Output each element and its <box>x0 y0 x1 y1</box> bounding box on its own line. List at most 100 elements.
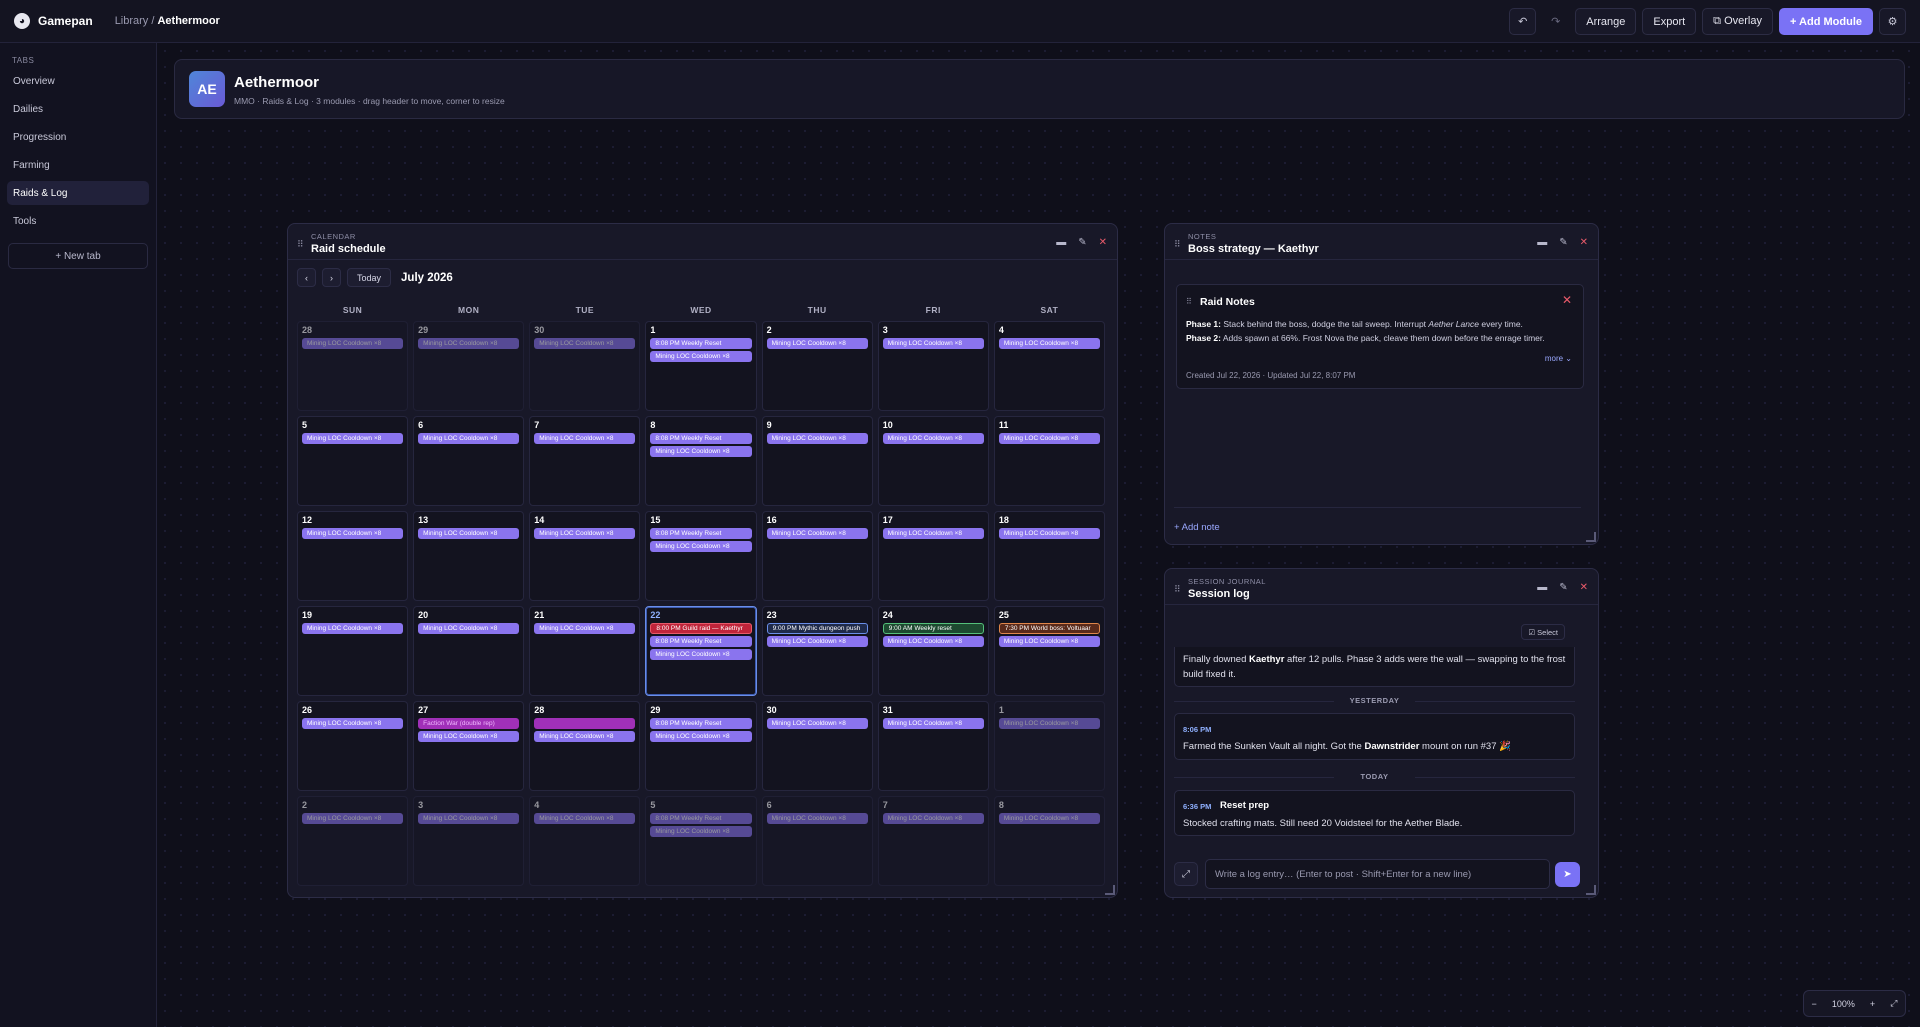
calendar-day[interactable]: 29 Mining LOC Cooldown ×8 <box>413 321 525 411</box>
overlay-button[interactable]: ⧉ Overlay <box>1702 8 1773 35</box>
module-header[interactable]: ⠿ NOTES Boss strategy — Kaethyr ▬ ✎ ✕ <box>1165 224 1598 260</box>
calendar-event[interactable]: Mining LOC Cooldown ×8 <box>650 541 752 552</box>
new-tab-button[interactable]: + New tab <box>8 243 148 269</box>
calendar-event[interactable] <box>534 718 636 729</box>
journal-entry-list[interactable]: Finally downed Kaethyr after 12 pulls. P… <box>1165 647 1595 857</box>
journal-entry[interactable]: 6:36 PM Reset prep Stocked crafting mats… <box>1174 790 1575 836</box>
calendar-event[interactable]: Mining LOC Cooldown ×8 <box>302 433 404 444</box>
calendar-event[interactable]: Mining LOC Cooldown ×8 <box>766 338 868 349</box>
drag-handle-icon[interactable]: ⠿ <box>1174 584 1181 595</box>
calendar-event[interactable]: 8:08 PM Weekly Reset <box>650 813 752 824</box>
module-header[interactable]: ⠿ SESSION JOURNAL Session log ▬ ✎ ✕ <box>1165 569 1598 605</box>
calendar-event[interactable]: Mining LOC Cooldown ×8 <box>302 338 404 349</box>
calendar-event[interactable]: Mining LOC Cooldown ×8 <box>766 433 868 444</box>
next-month-button[interactable]: › <box>322 268 341 287</box>
calendar-event[interactable]: Mining LOC Cooldown ×8 <box>882 718 984 729</box>
calendar-event[interactable]: Mining LOC Cooldown ×8 <box>766 528 868 539</box>
calendar-day[interactable]: 17 Mining LOC Cooldown ×8 <box>877 511 989 601</box>
calendar-event[interactable]: Mining LOC Cooldown ×8 <box>882 528 984 539</box>
calendar-event[interactable]: Mining LOC Cooldown ×8 <box>418 528 520 539</box>
calendar-day[interactable]: 23 9:00 PM Mythic dungeon push Mining LOC … <box>761 606 873 696</box>
calendar-event[interactable]: 8:08 PM Weekly Reset <box>650 528 752 539</box>
calendar-day[interactable]: 24 9:00 AM Weekly reset Mining LOC Cooldow… <box>877 606 989 696</box>
breadcrumb-library[interactable]: Library <box>115 15 149 27</box>
calendar-day[interactable]: 29 8:08 PM Weekly Reset Mining LOC Cooldow… <box>645 701 757 791</box>
calendar-day[interactable]: 1 8:08 PM Weekly Reset Mining LOC Cooldown… <box>645 321 757 411</box>
calendar-event[interactable]: Mining LOC Cooldown ×8 <box>650 351 752 362</box>
calendar-day[interactable]: 2 Mining LOC Cooldown ×8 <box>761 321 873 411</box>
calendar-day[interactable]: 25 7:30 PM World boss: Voltuaar Mining LOC… <box>993 606 1105 696</box>
calendar-day[interactable]: 6 Mining LOC Cooldown ×8 <box>413 416 525 506</box>
calendar-day[interactable]: 30 Mining LOC Cooldown ×8 <box>761 701 873 791</box>
calendar-event[interactable]: Mining LOC Cooldown ×8 <box>534 433 636 444</box>
calendar-event[interactable]: 9:00 AM Weekly reset <box>882 623 984 634</box>
calendar-event[interactable]: Mining LOC Cooldown ×8 <box>650 731 752 742</box>
calendar-day[interactable]: 6 Mining LOC Cooldown ×8 <box>761 796 873 886</box>
calendar-day[interactable]: 10 Mining LOC Cooldown ×8 <box>877 416 989 506</box>
resize-handle[interactable] <box>1105 885 1115 895</box>
drag-handle-icon[interactable]: ⠿ <box>297 239 304 250</box>
edit-pencil-icon[interactable]: ✎ <box>1559 237 1567 248</box>
calendar-event[interactable]: Mining LOC Cooldown ×8 <box>998 813 1100 824</box>
close-icon[interactable]: ✕ <box>1580 237 1588 248</box>
calendar-event[interactable]: Mining LOC Cooldown ×8 <box>418 433 520 444</box>
calendar-event[interactable]: Mining LOC Cooldown ×8 <box>882 813 984 824</box>
calendar-event[interactable]: 8:08 PM Weekly Reset <box>650 338 752 349</box>
today-button[interactable]: Today <box>347 268 392 287</box>
calendar-day[interactable]: 5 8:08 PM Weekly Reset Mining LOC Cooldown… <box>645 796 757 886</box>
sidebar-item-farming[interactable]: Farming <box>7 153 149 177</box>
calendar-event[interactable]: Faction War (double rep) <box>418 718 520 729</box>
drag-handle-icon[interactable]: ⠿ <box>1186 297 1192 306</box>
calendar-day[interactable]: 20 Mining LOC Cooldown ×8 <box>413 606 525 696</box>
calendar-day[interactable]: 15 8:08 PM Weekly Reset Mining LOC Cooldow… <box>645 511 757 601</box>
calendar-day[interactable]: 7 Mining LOC Cooldown ×8 <box>529 416 641 506</box>
add-module-button[interactable]: + Add Module <box>1778 8 1873 35</box>
calendar-event[interactable]: Mining LOC Cooldown ×8 <box>650 649 752 660</box>
calendar-event[interactable]: Mining LOC Cooldown ×8 <box>766 636 868 647</box>
calendar-day-today[interactable]: 22 8:00 PM Guild raid — Kaethyr 8:08 PM We… <box>645 606 757 696</box>
redo-button[interactable]: ↷ <box>1542 8 1569 35</box>
sidebar-item-overview[interactable]: Overview <box>7 69 149 93</box>
calendar-event[interactable]: Mining LOC Cooldown ×8 <box>534 813 636 824</box>
calendar-day[interactable]: 3 Mining LOC Cooldown ×8 <box>877 321 989 411</box>
brand-logo[interactable]: ◕ Gamepan <box>14 13 93 29</box>
calendar-day[interactable]: 2 Mining LOC Cooldown ×8 <box>297 796 409 886</box>
calendar-event[interactable]: Mining LOC Cooldown ×8 <box>534 528 636 539</box>
calendar-event[interactable]: 7:30 PM World boss: Voltuaar <box>998 623 1100 634</box>
calendar-event[interactable]: Mining LOC Cooldown ×8 <box>998 636 1100 647</box>
calendar-event[interactable]: Mining LOC Cooldown ×8 <box>302 813 404 824</box>
calendar-day[interactable]: 14 Mining LOC Cooldown ×8 <box>529 511 641 601</box>
calendar-event[interactable]: Mining LOC Cooldown ×8 <box>302 528 404 539</box>
calendar-day[interactable]: 18 Mining LOC Cooldown ×8 <box>993 511 1105 601</box>
note-more-toggle[interactable]: more ⌄ <box>1545 354 1572 363</box>
calendar-day[interactable]: 13 Mining LOC Cooldown ×8 <box>413 511 525 601</box>
calendar-day[interactable]: 1 Mining LOC Cooldown ×8 <box>993 701 1105 791</box>
calendar-event[interactable]: Mining LOC Cooldown ×8 <box>302 623 404 634</box>
calendar-event[interactable]: Mining LOC Cooldown ×8 <box>766 813 868 824</box>
drag-handle-icon[interactable]: ⠿ <box>1174 239 1181 250</box>
calendar-day[interactable]: 11 Mining LOC Cooldown ×8 <box>993 416 1105 506</box>
calendar-event[interactable]: Mining LOC Cooldown ×8 <box>998 718 1100 729</box>
calendar-event[interactable]: Mining LOC Cooldown ×8 <box>998 338 1100 349</box>
calendar-event[interactable]: Mining LOC Cooldown ×8 <box>766 718 868 729</box>
calendar-event[interactable]: 8:08 PM Weekly Reset <box>650 433 752 444</box>
calendar-day[interactable]: 26 Mining LOC Cooldown ×8 <box>297 701 409 791</box>
calendar-day[interactable]: 5 Mining LOC Cooldown ×8 <box>297 416 409 506</box>
send-button[interactable]: ➤ <box>1555 862 1580 887</box>
close-icon[interactable]: ✕ <box>1580 582 1588 593</box>
undo-button[interactable]: ↶ <box>1509 8 1537 35</box>
edit-pencil-icon[interactable]: ✎ <box>1559 582 1567 593</box>
calendar-day[interactable]: 30 Mining LOC Cooldown ×8 <box>529 321 641 411</box>
calendar-day[interactable]: 28 Mining LOC Cooldown ×8 <box>529 701 641 791</box>
zoom-out-button[interactable]: − <box>1812 999 1817 1009</box>
calendar-day[interactable]: 27 Faction War (double rep) Mining LOC Coo… <box>413 701 525 791</box>
calendar-day[interactable]: 8 8:08 PM Weekly Reset Mining LOC Cooldown… <box>645 416 757 506</box>
calendar-event[interactable]: Mining LOC Cooldown ×8 <box>302 718 404 729</box>
calendar-day[interactable]: 19 Mining LOC Cooldown ×8 <box>297 606 409 696</box>
collapse-icon[interactable]: ▬ <box>1537 237 1547 248</box>
zoom-in-button[interactable]: + <box>1870 999 1875 1009</box>
resize-handle[interactable] <box>1586 532 1596 542</box>
calendar-day[interactable]: 3 Mining LOC Cooldown ×8 <box>413 796 525 886</box>
sidebar-item-progression[interactable]: Progression <box>7 125 149 149</box>
collapse-icon[interactable]: ▬ <box>1537 582 1547 593</box>
